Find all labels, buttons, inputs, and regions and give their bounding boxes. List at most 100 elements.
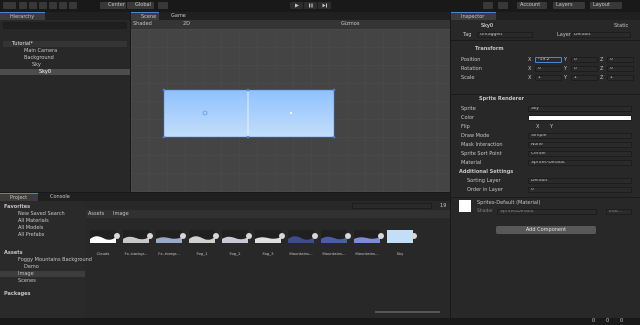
step-button[interactable] [318, 2, 331, 9]
scale-tool-button[interactable] [39, 2, 47, 9]
asset-thumbnail[interactable] [123, 230, 149, 243]
favorites-header[interactable]: Favorites [4, 204, 30, 210]
tab-console[interactable]: Console [40, 193, 78, 201]
grid-snap-button[interactable] [158, 2, 168, 9]
transform-y-field[interactable]: 0 [571, 57, 598, 63]
transform-z-field[interactable]: 0 [607, 66, 634, 72]
expand-icon[interactable] [147, 233, 153, 239]
asset-thumbnail[interactable] [90, 230, 116, 243]
expand-icon[interactable] [411, 233, 417, 239]
expand-icon[interactable] [246, 233, 252, 239]
account-dropdown[interactable]: Account [517, 2, 547, 9]
sort-point-dropdown[interactable]: Center [528, 151, 632, 157]
transform-z-field[interactable]: 1 [607, 75, 634, 81]
sorting-layer-dropdown[interactable]: Default [528, 178, 632, 184]
asset-thumbnail[interactable] [354, 230, 380, 243]
transform-y-field[interactable]: 0 [571, 66, 598, 72]
hand-tool-button[interactable] [3, 2, 16, 9]
tab-project[interactable]: Project [0, 193, 38, 201]
hierarchy-search-input[interactable] [3, 22, 127, 29]
collab-cloud-button[interactable] [483, 2, 493, 9]
zoom-slider[interactable] [375, 311, 440, 313]
sky-sprite[interactable] [164, 90, 334, 137]
expand-icon[interactable] [213, 233, 219, 239]
play-button[interactable] [290, 2, 303, 9]
transform-z-field[interactable]: 0 [607, 57, 634, 63]
search-button[interactable] [498, 2, 508, 9]
expand-icon[interactable] [180, 233, 186, 239]
expand-icon[interactable] [279, 233, 285, 239]
hierarchy-item-sky0[interactable]: Sky0 [0, 69, 130, 75]
assets-header[interactable]: Assets [4, 250, 23, 256]
shading-mode-dropdown[interactable]: Shaded [133, 21, 152, 27]
custom-tool-button[interactable] [69, 2, 77, 9]
expand-icon[interactable] [312, 233, 318, 239]
transform-x-field[interactable]: -19.2 [535, 57, 562, 63]
shader-dropdown[interactable]: Sprites/Default [497, 209, 597, 215]
global-local-button[interactable]: Global [127, 2, 154, 9]
transform-tool-button[interactable] [59, 2, 67, 9]
asset-folder[interactable]: Image [0, 271, 85, 277]
hierarchy-item-sky[interactable]: Sky [32, 62, 41, 68]
asset-thumbnail[interactable] [156, 230, 182, 243]
asset-folder[interactable]: Scenes [18, 278, 36, 284]
tab-scene[interactable]: Scene [131, 12, 159, 20]
favorite-item[interactable]: All Prefabs [18, 232, 44, 238]
object-name[interactable]: Sky0 [481, 23, 493, 29]
order-field[interactable]: 0 [528, 187, 632, 193]
color-field[interactable] [528, 115, 632, 121]
project-search-input[interactable] [352, 203, 432, 209]
transform-x-field[interactable]: 1 [535, 75, 562, 81]
asset-thumbnail[interactable] [255, 230, 281, 243]
mask-dropdown[interactable]: None [528, 142, 632, 148]
transform-y-field[interactable]: 1 [571, 75, 598, 81]
favorite-item[interactable]: All Materials [18, 218, 49, 224]
hierarchy-item-main-camera[interactable]: Main Camera [24, 48, 57, 54]
tag-dropdown[interactable]: Untagged [477, 32, 533, 38]
shader-edit-button[interactable]: Edit... [606, 209, 632, 215]
asset-thumbnail[interactable] [387, 230, 413, 243]
asset-thumbnail[interactable] [321, 230, 347, 243]
gizmos-dropdown[interactable]: Gizmos [341, 21, 359, 27]
sprite-renderer-header[interactable]: Sprite Renderer [479, 96, 524, 102]
rect-tool-button[interactable] [49, 2, 57, 9]
breadcrumb-assets[interactable]: Assets [88, 211, 104, 217]
2d-toggle[interactable]: 2D [183, 21, 190, 27]
flip-y-toggle[interactable]: Y [550, 124, 553, 130]
favorite-item[interactable]: All Models [18, 225, 43, 231]
static-toggle[interactable]: Static [614, 23, 628, 29]
layout-dropdown[interactable]: Layout [590, 2, 622, 9]
asset-thumbnail[interactable] [222, 230, 248, 243]
asset-folder[interactable]: Foggy Mountains Background [18, 257, 92, 263]
add-component-button[interactable]: Add Component [496, 226, 596, 234]
additional-settings-header[interactable]: Additional Settings [459, 169, 513, 175]
tab-game[interactable]: Game [161, 12, 189, 20]
draw-mode-dropdown[interactable]: Simple [528, 133, 632, 139]
rotate-tool-button[interactable] [29, 2, 37, 9]
packages-header[interactable]: Packages [4, 291, 31, 297]
asset-thumbnail[interactable] [189, 230, 215, 243]
pause-button[interactable] [304, 2, 317, 9]
asset-folder[interactable]: Demo [24, 264, 39, 270]
pivot-center-button[interactable]: Center [100, 2, 126, 9]
asset-thumbnail[interactable] [288, 230, 314, 243]
expand-icon[interactable] [114, 233, 120, 239]
flip-x-toggle[interactable]: X [536, 124, 539, 130]
scene-viewport[interactable] [131, 29, 450, 192]
transform-x-field[interactable]: 0 [535, 66, 562, 72]
transform-header[interactable]: Transform [475, 46, 504, 52]
layer-dropdown[interactable]: Default [571, 32, 631, 38]
move-tool-button[interactable] [19, 2, 27, 9]
layers-dropdown[interactable]: Layers [553, 2, 585, 9]
expand-icon[interactable] [345, 233, 351, 239]
scene-row[interactable]: Tutorial* [3, 41, 127, 47]
hierarchy-item-background[interactable]: Background [24, 55, 54, 61]
favorite-item[interactable]: New Saved Search [18, 211, 65, 217]
tab-console-label: Console [50, 194, 70, 200]
material-field[interactable]: Sprites-Default [528, 160, 632, 166]
tab-hierarchy[interactable]: Hierarchy [0, 12, 45, 20]
breadcrumb-image[interactable]: Image [113, 211, 129, 217]
tab-inspector[interactable]: Inspector [451, 12, 496, 20]
expand-icon[interactable] [378, 233, 384, 239]
sprite-field[interactable]: Sky [528, 106, 632, 112]
